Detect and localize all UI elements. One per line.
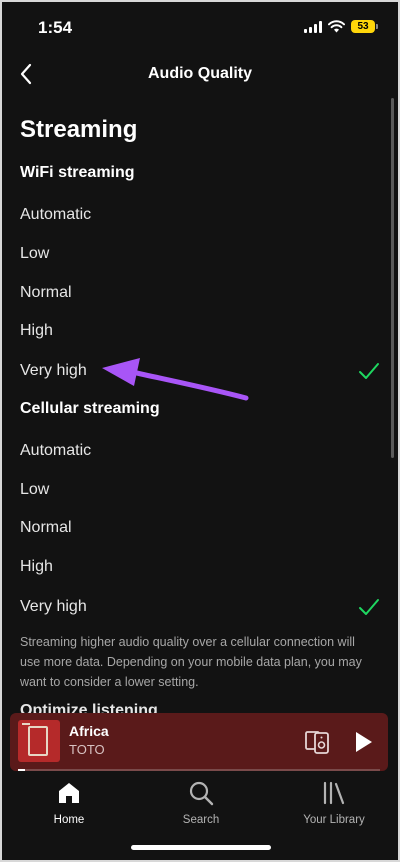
section-title-streaming: Streaming	[20, 116, 138, 143]
cellular-option-automatic[interactable]: Automatic	[2, 434, 398, 470]
tab-label: Your Library	[303, 814, 365, 826]
option-label: Automatic	[20, 442, 92, 459]
tab-label: Search	[182, 814, 220, 826]
battery-level: 53	[351, 20, 375, 33]
option-label: Low	[20, 245, 50, 262]
cellular-option-low[interactable]: Low	[2, 473, 398, 509]
status-icons: 53	[304, 20, 378, 33]
section-title-optimize-listening: Optimize listening	[20, 702, 158, 713]
wifi-option-high[interactable]: High	[2, 314, 398, 350]
playback-progress-bar	[18, 769, 380, 771]
cellular-option-normal[interactable]: Normal	[2, 511, 398, 547]
home-indicator	[131, 845, 271, 850]
track-artist: TOTO	[69, 742, 105, 757]
album-art	[18, 720, 60, 762]
option-label: Automatic	[20, 206, 92, 223]
wifi-icon	[328, 20, 345, 33]
mini-player[interactable]: Africa TOTO	[10, 713, 388, 771]
wifi-option-normal[interactable]: Normal	[2, 276, 398, 312]
status-time: 1:54	[38, 18, 73, 37]
option-label: High	[20, 558, 53, 575]
option-label: Low	[20, 481, 50, 498]
play-button[interactable]	[350, 729, 376, 755]
settings-scroll-area[interactable]: Streaming WiFi streaming Automatic Low N…	[2, 98, 398, 713]
library-icon	[323, 781, 345, 805]
playback-progress-fill	[18, 769, 26, 771]
option-label: High	[20, 322, 53, 339]
tab-label: Home	[53, 814, 85, 826]
tab-search[interactable]: Search	[151, 780, 251, 826]
wifi-option-automatic[interactable]: Automatic	[2, 198, 398, 234]
option-label: Normal	[20, 519, 72, 536]
home-icon	[59, 783, 79, 803]
connect-device-icon[interactable]	[304, 729, 332, 755]
cellular-signal-icon	[304, 20, 322, 33]
tab-your-library[interactable]: Your Library	[284, 780, 384, 826]
option-label: Very high	[20, 362, 87, 379]
page-title: Audio Quality	[148, 65, 252, 82]
option-label: Very high	[20, 598, 87, 615]
status-bar: 1:54 53	[2, 2, 398, 50]
check-icon	[359, 599, 379, 615]
wifi-option-low[interactable]: Low	[2, 237, 398, 273]
search-icon	[189, 781, 214, 806]
bottom-tab-bar: Home Search Your Library	[2, 774, 398, 844]
check-icon	[359, 363, 379, 379]
tab-home[interactable]: Home	[19, 780, 119, 826]
nav-bar: Audio Quality	[2, 50, 398, 98]
annotation-arrow-icon	[102, 358, 249, 401]
cellular-option-high[interactable]: High	[2, 550, 398, 586]
track-title: Africa	[69, 723, 109, 739]
option-label: Normal	[20, 284, 72, 301]
cellular-data-helper-text: Streaming higher audio quality over a ce…	[20, 635, 362, 689]
battery-icon: 53	[351, 20, 378, 33]
group-title-wifi-streaming: WiFi streaming	[20, 164, 135, 181]
cellular-option-very-high[interactable]: Very high	[2, 590, 398, 626]
